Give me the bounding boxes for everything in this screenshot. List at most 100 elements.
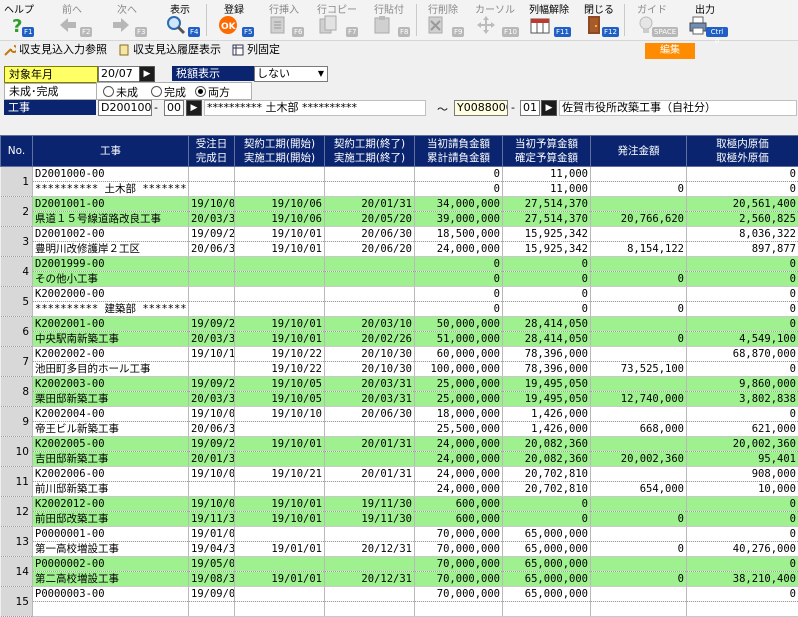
end-cell[interactable]: 20/01/31: [325, 467, 415, 482]
date-cell[interactable]: 19/09/26: [189, 437, 235, 452]
budget-cell[interactable]: 15,925,342: [503, 227, 591, 242]
job-to-branch-input[interactable]: 01: [520, 100, 540, 116]
date-cell[interactable]: [189, 182, 235, 197]
date-cell[interactable]: 20/01/31: [189, 452, 235, 467]
date-cell[interactable]: 19/09/25: [189, 317, 235, 332]
job-cell[interactable]: 豊明川改修護岸２工区: [33, 242, 189, 257]
date-cell[interactable]: 19/10/07: [189, 467, 235, 482]
date-cell[interactable]: 19/09/22: [189, 377, 235, 392]
end-cell[interactable]: [325, 287, 415, 302]
budget-cell[interactable]: 0: [503, 272, 591, 287]
row-number[interactable]: 9: [1, 407, 33, 437]
table-row[interactable]: 前田邸改築工事19/11/3019/10/0119/11/30600,00000…: [1, 512, 798, 527]
date-cell[interactable]: 19/09/20: [189, 227, 235, 242]
contract-cell[interactable]: 18,500,000: [415, 227, 503, 242]
order-cell[interactable]: [591, 377, 687, 392]
date-cell[interactable]: 20/06/30: [189, 422, 235, 437]
start-cell[interactable]: 19/10/22: [235, 362, 325, 377]
order-cell[interactable]: 12,740,000: [591, 392, 687, 407]
job-cell[interactable]: その他小工事: [33, 272, 189, 287]
job-from-code-input[interactable]: D2001000: [98, 100, 152, 116]
order-cell[interactable]: 0: [591, 272, 687, 287]
job-from-branch-input[interactable]: 00: [164, 100, 184, 116]
order-cell[interactable]: 0: [591, 512, 687, 527]
end-cell[interactable]: 20/12/31: [325, 572, 415, 587]
end-cell[interactable]: 20/01/31: [325, 437, 415, 452]
contract-cell[interactable]: 51,000,000: [415, 332, 503, 347]
contract-cell[interactable]: 0: [415, 182, 503, 197]
cost-cell[interactable]: 0: [687, 557, 798, 572]
contract-cell[interactable]: 24,000,000: [415, 482, 503, 497]
contract-cell[interactable]: 0: [415, 167, 503, 182]
row-number[interactable]: 3: [1, 227, 33, 257]
order-cell[interactable]: [591, 227, 687, 242]
start-cell[interactable]: 19/10/06: [235, 212, 325, 227]
date-cell[interactable]: [189, 287, 235, 302]
end-cell[interactable]: [325, 482, 415, 497]
income-input-reference-button[interactable]: 収支見込入力参照: [2, 42, 107, 58]
contract-cell[interactable]: 0: [415, 272, 503, 287]
end-cell[interactable]: [325, 302, 415, 317]
order-cell[interactable]: [591, 557, 687, 572]
budget-cell[interactable]: 27,514,370: [503, 197, 591, 212]
cost-cell[interactable]: [687, 602, 798, 617]
table-row[interactable]: ********** 建築部 *******0000: [1, 302, 798, 317]
order-cell[interactable]: [591, 437, 687, 452]
year-month-search-button[interactable]: ▶: [139, 66, 155, 82]
contract-cell[interactable]: 0: [415, 257, 503, 272]
job-cell[interactable]: D2001000-00: [33, 167, 189, 182]
date-cell[interactable]: 19/11/30: [189, 512, 235, 527]
cost-cell[interactable]: 68,870,000: [687, 347, 798, 362]
table-row[interactable]: 豊明川改修護岸２工区20/06/3019/10/0120/06/2024,000…: [1, 242, 798, 257]
end-cell[interactable]: [325, 587, 415, 602]
date-cell[interactable]: 20/06/30: [189, 242, 235, 257]
budget-cell[interactable]: 28,414,050: [503, 332, 591, 347]
table-row[interactable]: 第二高校増設工事19/08/3119/01/0120/12/3170,000,0…: [1, 572, 798, 587]
start-cell[interactable]: [235, 422, 325, 437]
end-cell[interactable]: [325, 167, 415, 182]
status-radio-both[interactable]: [195, 86, 206, 97]
start-cell[interactable]: 19/10/01: [235, 227, 325, 242]
display-button[interactable]: 表示 F4: [160, 0, 200, 40]
contract-cell[interactable]: 100,000,000: [415, 362, 503, 377]
end-cell[interactable]: 20/10/30: [325, 362, 415, 377]
budget-cell[interactable]: 20,702,810: [503, 467, 591, 482]
date-cell[interactable]: [189, 257, 235, 272]
table-row[interactable]: 帝王ビル新築工事20/06/3025,500,0001,426,000668,0…: [1, 422, 798, 437]
start-cell[interactable]: 19/10/22: [235, 347, 325, 362]
contract-cell[interactable]: 70,000,000: [415, 542, 503, 557]
date-cell[interactable]: 20/03/31: [189, 392, 235, 407]
cost-cell[interactable]: 4,549,100: [687, 332, 798, 347]
budget-cell[interactable]: [503, 602, 591, 617]
cost-cell[interactable]: 621,000: [687, 422, 798, 437]
contract-cell[interactable]: 0: [415, 287, 503, 302]
job-cell[interactable]: K2002000-00: [33, 287, 189, 302]
register-button[interactable]: 登録 OK F5: [212, 0, 256, 40]
table-row[interactable]: 8K2002003-0019/09/2219/10/0520/03/3125,0…: [1, 377, 798, 392]
end-cell[interactable]: 20/05/20: [325, 212, 415, 227]
table-row[interactable]: 中央駅南新築工事20/03/3119/10/0120/02/2651,000,0…: [1, 332, 798, 347]
budget-cell[interactable]: 20,702,810: [503, 482, 591, 497]
date-cell[interactable]: 19/10/01: [189, 497, 235, 512]
table-row[interactable]: 12K2002012-0019/10/0119/10/0119/11/30600…: [1, 497, 798, 512]
order-cell[interactable]: [591, 197, 687, 212]
budget-cell[interactable]: 65,000,000: [503, 527, 591, 542]
contract-cell[interactable]: 24,000,000: [415, 437, 503, 452]
table-row[interactable]: 1D2001000-00011,0000: [1, 167, 798, 182]
date-cell[interactable]: 20/03/31: [189, 332, 235, 347]
prev-button[interactable]: 前へ F2: [52, 0, 92, 40]
date-cell[interactable]: 19/10/14: [189, 347, 235, 362]
start-cell[interactable]: [235, 182, 325, 197]
delete-row-button[interactable]: 行削除 F9: [420, 0, 466, 40]
order-cell[interactable]: [591, 167, 687, 182]
cost-cell[interactable]: 20,002,360: [687, 437, 798, 452]
row-number[interactable]: 10: [1, 437, 33, 467]
table-row[interactable]: 5K2002000-00000: [1, 287, 798, 302]
row-number[interactable]: 6: [1, 317, 33, 347]
end-cell[interactable]: [325, 557, 415, 572]
job-cell[interactable]: P0000001-00: [33, 527, 189, 542]
contract-cell[interactable]: 70,000,000: [415, 572, 503, 587]
order-cell[interactable]: [591, 587, 687, 602]
year-month-input[interactable]: 20/07: [98, 66, 140, 82]
start-cell[interactable]: 19/10/10: [235, 407, 325, 422]
